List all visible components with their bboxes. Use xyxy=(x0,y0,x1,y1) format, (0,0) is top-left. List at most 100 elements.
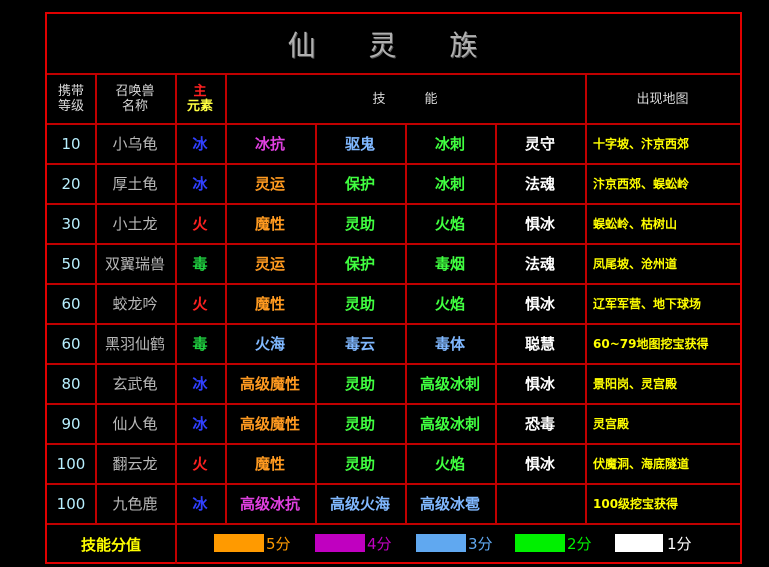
skill-cell: 冰刺 xyxy=(434,135,465,153)
header-level-line2: 等级 xyxy=(57,99,84,114)
map-cell: 100级挖宝获得 xyxy=(593,497,679,511)
level-cell: 100 xyxy=(56,454,86,473)
header-map: 出现地图 xyxy=(636,91,689,107)
skill-cell: 魔性 xyxy=(254,295,285,313)
header-name: 召唤兽 名称 xyxy=(95,74,175,124)
map-cell: 灵宫殿 xyxy=(593,417,630,431)
pet-name-cell: 小土龙 xyxy=(112,215,158,233)
map-cell: 60~79地图挖宝获得 xyxy=(593,337,709,351)
legend-label: 技能分值 xyxy=(80,535,141,554)
skill-cell: 聪慧 xyxy=(524,335,555,353)
skill-cell: 火焰 xyxy=(434,455,465,473)
header-name-line2: 名称 xyxy=(121,99,148,114)
legend-swatch xyxy=(214,534,264,552)
element-cell: 毒 xyxy=(192,255,208,273)
map-cell: 十字坡、汴京西郊 xyxy=(593,137,690,151)
legend-swatch xyxy=(416,534,466,552)
skill-cell: 驱鬼 xyxy=(344,135,375,153)
element-cell: 火 xyxy=(192,455,208,473)
level-cell: 60 xyxy=(61,334,81,353)
level-cell: 10 xyxy=(61,134,81,153)
skill-cell: 恐毒 xyxy=(524,415,555,433)
element-cell: 冰 xyxy=(192,495,208,513)
skill-cell: 魔性 xyxy=(254,455,285,473)
skill-cell: 毒云 xyxy=(344,335,375,353)
map-cell: 景阳岗、灵宫殿 xyxy=(593,377,678,391)
level-cell: 30 xyxy=(61,214,81,233)
skill-cell: 火海 xyxy=(254,335,285,353)
map-cell: 辽军军营、地下球场 xyxy=(593,297,702,311)
skill-cell: 惧冰 xyxy=(524,295,555,313)
legend-text: 5分 xyxy=(266,535,291,553)
skill-cell: 冰抗 xyxy=(254,135,285,153)
skill-cell: 灵助 xyxy=(344,415,375,433)
pet-name-cell: 九色鹿 xyxy=(112,495,158,513)
level-cell: 100 xyxy=(56,494,86,513)
pet-name-cell: 仙人龟 xyxy=(112,415,158,433)
skill-cell: 高级火海 xyxy=(329,495,390,513)
legend-text: 2分 xyxy=(567,535,592,553)
header-element-line2: 元素 xyxy=(186,99,213,114)
skill-cell: 魔性 xyxy=(254,215,285,233)
element-cell: 冰 xyxy=(192,415,208,433)
skill-cell: 保护 xyxy=(344,175,375,193)
skill-cell: 毒烟 xyxy=(434,255,465,273)
element-cell: 毒 xyxy=(192,335,208,353)
skill-cell: 灵运 xyxy=(254,255,285,273)
pet-name-cell: 黑羽仙鹤 xyxy=(104,335,165,353)
map-cell: 汴京西郊、蜈蚣岭 xyxy=(593,177,690,191)
skill-cell: 灵助 xyxy=(344,215,375,233)
skill-cell: 惧冰 xyxy=(524,215,555,233)
map-cell: 蜈蚣岭、枯树山 xyxy=(593,217,678,231)
skill-cell: 灵助 xyxy=(344,455,375,473)
skill-cell: 惧冰 xyxy=(524,455,555,473)
legend-swatch xyxy=(515,534,565,552)
pet-name-cell: 蛟龙吟 xyxy=(112,295,158,313)
element-cell: 冰 xyxy=(192,175,208,193)
element-cell: 火 xyxy=(192,295,208,313)
legend-swatch xyxy=(615,534,663,552)
page-title: 仙 灵 族 xyxy=(287,29,500,62)
header-skills: 技 能 xyxy=(372,91,438,107)
element-cell: 火 xyxy=(192,215,208,233)
skill-cell: 法魂 xyxy=(524,255,555,273)
skill-cell: 火焰 xyxy=(434,295,465,313)
skill-cell: 保护 xyxy=(344,255,375,273)
skill-cell: 惧冰 xyxy=(524,375,555,393)
skill-cell: 高级冰刺 xyxy=(419,415,480,433)
pet-name-cell: 小乌龟 xyxy=(112,135,158,153)
level-cell: 80 xyxy=(61,374,81,393)
level-cell: 90 xyxy=(61,414,81,433)
skill-cell: 高级魔性 xyxy=(239,375,300,393)
pet-name-cell: 玄武龟 xyxy=(112,375,158,393)
skill-cell: 高级魔性 xyxy=(239,415,300,433)
header-element-line1: 主 xyxy=(193,84,207,99)
skill-cell: 灵助 xyxy=(344,295,375,313)
skill-cell: 灵助 xyxy=(344,375,375,393)
skill-cell: 火焰 xyxy=(434,215,465,233)
skill-cell: 冰刺 xyxy=(434,175,465,193)
level-cell: 50 xyxy=(61,254,81,273)
header-element: 主 元素 xyxy=(175,74,225,124)
skill-cell: 毒体 xyxy=(434,335,465,353)
legend-text: 3分 xyxy=(468,535,493,553)
map-cell: 凤尾坡、沧州道 xyxy=(593,257,678,271)
skill-cell: 法魂 xyxy=(524,175,555,193)
pet-name-cell: 双翼瑞兽 xyxy=(104,255,165,273)
skill-cell: 高级冰刺 xyxy=(419,375,480,393)
skill-cell: 高级冰抗 xyxy=(239,495,300,513)
legend-text: 1分 xyxy=(667,535,692,553)
level-cell: 60 xyxy=(61,294,81,313)
pet-name-cell: 厚土龟 xyxy=(112,175,158,193)
header-level: 携带 等级 xyxy=(47,74,95,124)
element-cell: 冰 xyxy=(192,375,208,393)
skill-cell xyxy=(495,484,585,523)
skill-cell: 高级冰雹 xyxy=(419,495,480,513)
skill-cell: 灵守 xyxy=(524,135,555,153)
map-cell: 伏魔洞、海底隧道 xyxy=(593,457,690,471)
header-level-line1: 携带 xyxy=(57,84,84,99)
element-cell: 冰 xyxy=(192,135,208,153)
legend-text: 4分 xyxy=(367,535,392,553)
header-name-line1: 召唤兽 xyxy=(115,84,155,99)
pet-name-cell: 翻云龙 xyxy=(112,455,158,473)
